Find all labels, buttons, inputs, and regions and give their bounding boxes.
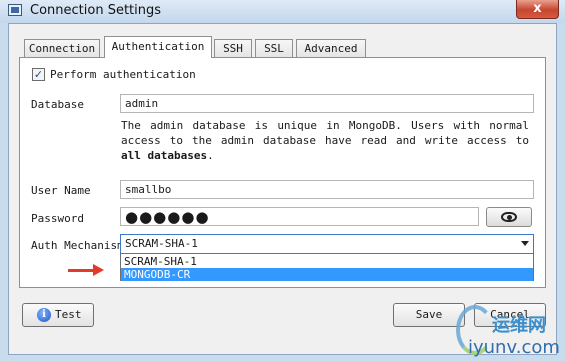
perform-auth-label: Perform authentication [50, 68, 196, 81]
admin-database-note: The admin database is unique in MongoDB.… [121, 118, 529, 163]
tab-advanced[interactable]: Advanced [296, 39, 366, 57]
eye-icon [501, 212, 517, 222]
show-password-button[interactable] [486, 207, 532, 227]
test-button[interactable]: i Test [22, 303, 94, 327]
close-button[interactable]: x [516, 0, 559, 19]
tab-connection[interactable]: Connection [24, 39, 100, 57]
red-arrow-head-icon [93, 264, 104, 276]
watermark-cn: 运维网 [492, 315, 546, 336]
note-end: . [207, 149, 214, 162]
tab-authentication[interactable]: Authentication [104, 36, 212, 58]
auth-mechanism-label: Auth Mechanism [31, 239, 124, 252]
red-arrow-icon [68, 269, 96, 272]
password-input[interactable]: ●●●●●● [120, 207, 479, 226]
save-button[interactable]: Save [393, 303, 465, 327]
auth-mechanism-dropdown: SCRAM-SHA-1 MONGODB-CR [120, 253, 534, 281]
auth-mechanism-select[interactable]: SCRAM-SHA-1 [120, 234, 534, 254]
database-label: Database [31, 98, 84, 111]
watermark-en: iyunv.com [468, 337, 560, 358]
window-title: Connection Settings [30, 3, 162, 18]
test-button-label: Test [55, 308, 82, 321]
tab-ssl[interactable]: SSL [255, 39, 293, 57]
option-mongodb-cr[interactable]: MONGODB-CR [121, 268, 533, 281]
username-label: User Name [31, 184, 91, 197]
tab-ssh[interactable]: SSH [214, 39, 252, 57]
password-label: Password [31, 212, 84, 225]
perform-auth-checkbox[interactable]: ✓ [32, 68, 45, 81]
window-icon [8, 4, 22, 16]
note-text: The admin database is unique in MongoDB.… [121, 119, 529, 147]
auth-mechanism-value: SCRAM-SHA-1 [125, 237, 198, 250]
info-icon: i [37, 308, 51, 322]
password-mask: ●●●●●● [125, 208, 210, 226]
database-input[interactable]: admin [120, 94, 534, 113]
option-scram-sha-1[interactable]: SCRAM-SHA-1 [121, 255, 533, 268]
watermark-logo: 运维网 iyunv.com [456, 305, 562, 361]
title-bar: Connection Settings x [0, 0, 565, 23]
chevron-down-icon[interactable] [521, 241, 529, 246]
note-bold-text: all databases [121, 149, 208, 162]
username-input[interactable]: smallbo [120, 180, 534, 199]
